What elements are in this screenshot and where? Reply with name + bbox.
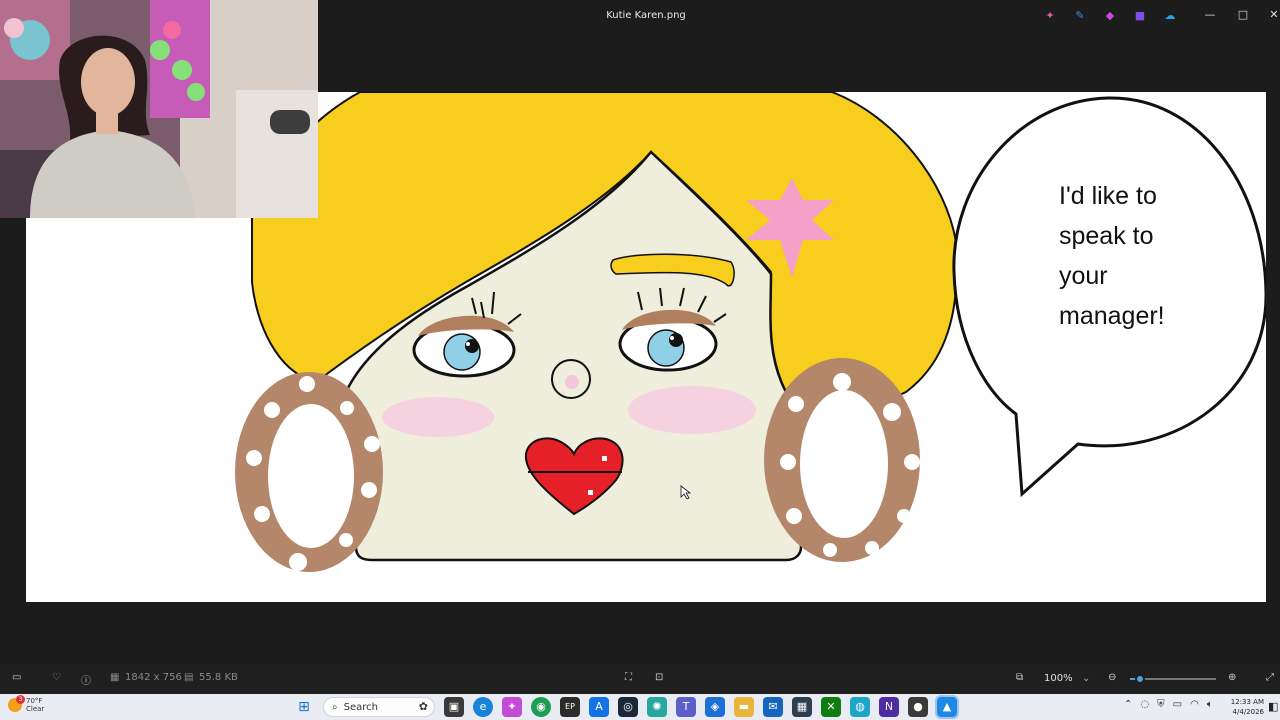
wifi-icon[interactable]: ◠ [1190,699,1199,710]
chevron-down-icon: ⌄ [1082,673,1091,684]
designer-icon[interactable]: ◆ [1102,9,1118,23]
teams-icon[interactable]: T [676,697,696,717]
task-view-icon[interactable]: ▣ [444,697,464,717]
filmstrip-icon[interactable]: ▭ [12,672,21,683]
fit-screen-icon[interactable]: ⛶ [625,672,632,683]
speech-line-3: your [1059,262,1108,290]
photos-app-window: Kutie Karen.png ✦ ✎ ◆ ■ ☁ — □ ✕ I'd like… [0,0,1280,720]
steam-icon[interactable]: ◎ [618,697,638,717]
taskbar-search[interactable]: ⌕ Search ✿ [323,697,435,717]
notifications-icon[interactable]: ◧ [1268,700,1278,713]
onedrive-icon[interactable]: ☁ [1162,9,1178,23]
image-dimensions: 1842 x 756 [125,672,182,683]
dropbox-icon[interactable]: ◈ [705,697,725,717]
webcam-overlay [0,0,318,218]
file-explorer-icon[interactable]: ▬ [734,697,754,717]
network-icon[interactable]: ◌ [1140,699,1149,710]
photos-app-icon[interactable]: ▲ [935,695,959,719]
left-earring [235,372,383,572]
zoom-out-icon[interactable]: ⊖ [1108,672,1116,683]
copilot-icon[interactable]: ✦ [1042,9,1058,23]
display-icon[interactable]: ▭ [1173,699,1182,710]
info-icon[interactable]: ⓘ [81,672,91,687]
obs-icon[interactable]: ● [908,697,928,717]
speech-bubble [952,96,1266,498]
azure-data-icon[interactable]: A [589,697,609,717]
windows-taskbar: 3 70°F Clear ⊞ ⌕ Search ✿ ▣ e ✦ ◉ EP A ◎… [0,694,1280,720]
close-button[interactable]: ✕ [1264,8,1280,21]
minimize-button[interactable]: — [1200,8,1220,21]
copilot-app-icon[interactable]: ✦ [502,697,522,717]
clipchamp-icon[interactable]: ■ [1132,9,1148,23]
xbox-icon[interactable]: ✕ [821,697,841,717]
maximize-button[interactable]: □ [1233,8,1253,21]
blush-left [382,397,494,437]
weather-widget[interactable]: 3 70°F Clear [8,695,45,713]
file-size-icon: ▤ [184,672,194,683]
scan-text-icon[interactable]: ⊡ [655,672,663,683]
clock-time: 12:33 AM [1230,698,1264,706]
calculator-icon[interactable]: ▦ [792,697,812,717]
right-earring [764,358,920,562]
system-tray: ⌃ ◌ ⛨ ▭ ◠ 🔈︎ [1124,699,1213,710]
weather-badge: 3 [16,695,25,704]
globe-app-icon[interactable]: ◍ [850,697,870,717]
zoom-slider-thumb[interactable] [1135,674,1146,684]
chrome-browser-icon[interactable]: ◉ [531,697,551,717]
actual-size-icon[interactable]: ⧉ [1016,672,1023,683]
chevron-up-icon[interactable]: ⌃ [1124,699,1132,710]
viewer-toolbar: ▭ ♡ ⓘ ▦ 1842 x 756 ▤ 55.8 KB ⛶ ⊡ ⧉ 100% … [0,664,1280,694]
start-windows-icon[interactable]: ⊞ [294,697,314,717]
openai-app-icon[interactable]: ✺ [647,697,667,717]
clock[interactable]: 12:33 AM 4/4/2026 [1224,697,1264,717]
weather-condition: Clear [26,705,45,713]
zoom-level: 100% [1044,673,1073,684]
fullscreen-icon[interactable]: ⤢ [1266,672,1274,683]
dimensions-icon: ▦ [110,672,120,683]
notion-like-icon[interactable]: N [879,697,899,717]
weather-sun-icon: 3 [8,695,25,712]
search-icon: ⌕ [332,701,338,713]
search-highlight-icon: ✿ [418,700,428,713]
zoom-dropdown[interactable]: 100% ⌄ [1040,669,1098,689]
edge-browser-icon[interactable]: e [473,697,493,717]
mail-icon[interactable]: ✉ [763,697,783,717]
title-toolbar: ✦ ✎ ◆ ■ ☁ [1042,9,1178,23]
clock-date: 4/4/2026 [1232,708,1264,716]
zoom-in-icon[interactable]: ⊕ [1228,672,1236,683]
speech-line-1: I'd like to [1059,182,1157,210]
pinned-apps: ⊞ ⌕ Search ✿ ▣ e ✦ ◉ EP A ◎ ✺ T ◈ ▬ ✉ ▦ … [294,695,959,719]
epic-games-icon[interactable]: EP [560,697,580,717]
edit-icon[interactable]: ✎ [1072,9,1088,23]
zoom-slider[interactable] [1130,674,1216,684]
speech-line-4: manager! [1059,302,1165,330]
file-size: 55.8 KB [199,672,238,683]
favorite-heart-icon[interactable]: ♡ [52,672,61,683]
weather-temperature: 70°F [26,697,43,705]
blush-right [628,386,756,434]
security-icon[interactable]: ⛨ [1157,699,1165,710]
volume-icon[interactable]: 🔈︎ [1207,699,1213,710]
search-placeholder: Search [343,701,378,713]
speech-line-2: speak to [1059,222,1154,250]
